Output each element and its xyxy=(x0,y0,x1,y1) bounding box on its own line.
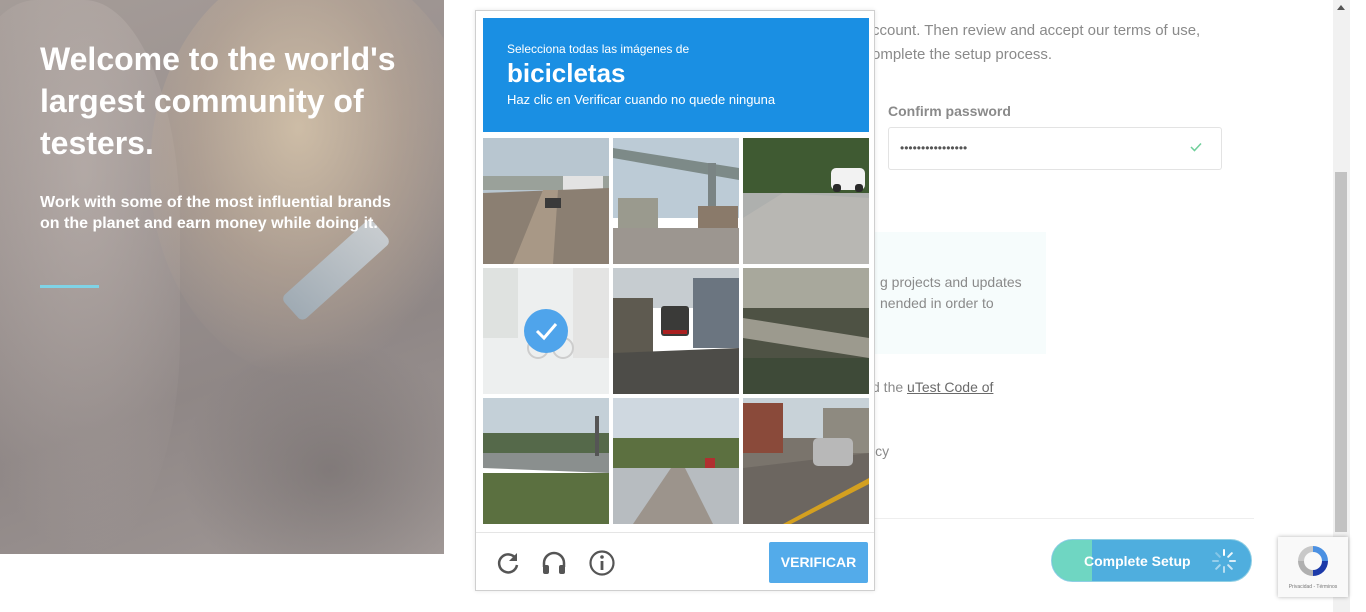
hero-panel: Welcome to the world's largest community… xyxy=(0,0,444,554)
check-icon xyxy=(1190,142,1202,152)
intro-text-line1: ccount. Then review and accept our terms… xyxy=(872,22,1201,39)
captcha-challenge: Selecciona todas las imágenes de bicicle… xyxy=(475,10,875,591)
complete-setup-label: Complete Setup xyxy=(1084,553,1191,569)
recaptcha-terms[interactable]: Privacidad - Términos xyxy=(1278,584,1348,590)
tile-image xyxy=(743,268,869,394)
recaptcha-logo-icon xyxy=(1298,546,1328,576)
recaptcha-badge[interactable]: Privacidad - Términos xyxy=(1278,537,1348,597)
captcha-tile-7[interactable] xyxy=(483,398,609,524)
hero-accent-line xyxy=(40,285,99,288)
info-icon[interactable] xyxy=(588,549,616,577)
hero-image-shade xyxy=(180,340,444,554)
scroll-up-icon[interactable] xyxy=(1337,5,1345,10)
hero-title: Welcome to the world's largest community… xyxy=(40,41,396,161)
code-of-conduct-link[interactable]: uTest Code of xyxy=(907,379,993,395)
captcha-tile-1[interactable] xyxy=(483,138,609,264)
reload-icon[interactable] xyxy=(494,549,522,577)
info-text-line1: g projects and updates xyxy=(880,274,1022,290)
confirm-password-field[interactable]: •••••••••••••••• xyxy=(888,127,1222,170)
code-prefix: d the xyxy=(872,379,908,395)
captcha-header: Selecciona todas las imágenes de bicicle… xyxy=(483,18,869,132)
tile-image xyxy=(613,398,739,524)
tile-image xyxy=(743,398,869,524)
captcha-target: bicicletas xyxy=(507,58,626,88)
selected-check-icon xyxy=(524,309,568,353)
captcha-tile-6[interactable] xyxy=(743,268,869,394)
captcha-grid xyxy=(483,138,869,524)
tile-image xyxy=(743,138,869,264)
captcha-tile-4[interactable] xyxy=(483,268,609,394)
tile-image xyxy=(483,138,609,264)
captcha-tile-9[interactable] xyxy=(743,398,869,524)
captcha-tile-8[interactable] xyxy=(613,398,739,524)
info-text-line2: nended in order to xyxy=(880,295,994,311)
page-scrollbar[interactable] xyxy=(1333,0,1350,612)
tile-image xyxy=(613,138,739,264)
scrollbar-thumb[interactable] xyxy=(1335,172,1347,532)
captcha-tile-2[interactable] xyxy=(613,138,739,264)
tile-image xyxy=(483,398,609,524)
confirm-password-label: Confirm password xyxy=(888,103,1011,119)
loading-spinner-icon xyxy=(1212,549,1236,573)
code-of-conduct-text: d the uTest Code of xyxy=(872,379,993,395)
captcha-tile-3[interactable] xyxy=(743,138,869,264)
verify-button[interactable]: VERIFICAR xyxy=(769,542,868,583)
complete-setup-button[interactable]: Complete Setup xyxy=(1051,539,1252,582)
captcha-tile-5[interactable] xyxy=(613,268,739,394)
confirm-password-value: •••••••••••••••• xyxy=(900,141,968,155)
intro-text-line2: omplete the setup process. xyxy=(872,46,1053,63)
info-box: g projects and updates nended in order t… xyxy=(862,232,1046,354)
captcha-hint: Haz clic en Verificar cuando no quede ni… xyxy=(507,92,776,107)
captcha-instruction: Selecciona todas las imágenes de xyxy=(507,42,690,56)
captcha-footer-divider xyxy=(476,532,874,533)
audio-icon[interactable] xyxy=(540,549,568,577)
tile-image xyxy=(613,268,739,394)
hero-subtitle: Work with some of the most influential b… xyxy=(40,194,391,232)
form-divider xyxy=(872,518,1254,519)
